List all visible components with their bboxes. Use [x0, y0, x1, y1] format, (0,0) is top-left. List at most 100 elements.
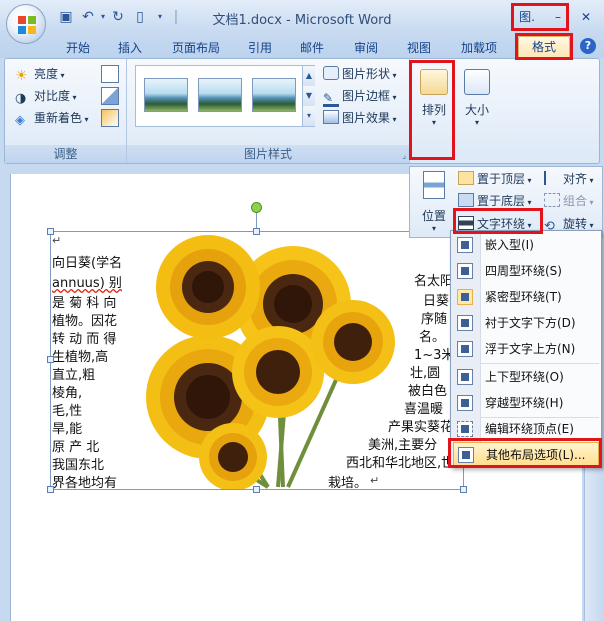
- brightness-button[interactable]: ☀ 亮度 ▾: [15, 64, 65, 84]
- position-dropdown-icon: ▾: [431, 224, 436, 233]
- text-line: 日葵: [423, 294, 450, 309]
- rotation-handle[interactable]: [251, 202, 262, 213]
- picture-shape-button[interactable]: 图片形状 ▾: [323, 64, 397, 84]
- gallery-scroll-up[interactable]: ▲: [302, 66, 315, 86]
- edit-wrap-points-icon: [457, 421, 473, 437]
- text-line: 向日葵(学名: [52, 256, 123, 271]
- position-button[interactable]: 位置 ▾: [416, 171, 452, 235]
- adjust-group: ☀ 亮度 ▾ ◑ 对比度 ▾ ◈ 重新着色 ▾ 调整: [5, 59, 127, 163]
- tab-review[interactable]: 审阅: [346, 38, 386, 58]
- tab-format[interactable]: 格式: [518, 36, 570, 58]
- bring-to-front-icon: [458, 171, 474, 185]
- arrange-icon: [420, 69, 448, 95]
- menu-item-edit-wrap-points[interactable]: 编辑环绕顶点(E): [453, 417, 599, 441]
- gallery-scroll-down[interactable]: ▼: [302, 86, 315, 106]
- text-line: 名。: [419, 330, 446, 345]
- menu-item-behind-text[interactable]: 衬于文字下方(D): [453, 311, 599, 335]
- minimize-button[interactable]: –: [546, 6, 570, 28]
- resize-handle[interactable]: [253, 228, 260, 235]
- tab-mailings[interactable]: 邮件: [292, 38, 332, 58]
- through-wrap-icon: [457, 395, 473, 411]
- group-icon: [544, 193, 560, 207]
- top-bottom-wrap-icon: [457, 369, 473, 385]
- text-line: 1~3米: [414, 348, 455, 363]
- tab-view[interactable]: 视图: [399, 38, 439, 58]
- text-line: 序随: [421, 312, 448, 327]
- gallery-more[interactable]: ▾: [302, 106, 315, 126]
- text-line: 生植物,高: [52, 350, 109, 365]
- menu-item-square[interactable]: 四周型环绕(S): [453, 259, 599, 283]
- position-icon: [423, 171, 445, 199]
- send-to-back-button[interactable]: 置于底层 ▾: [458, 191, 532, 211]
- align-icon: [544, 171, 560, 185]
- text-line: 喜温暖: [404, 402, 444, 417]
- picture-border-icon: ✎: [323, 92, 339, 107]
- menu-item-tight[interactable]: 紧密型环绕(T): [453, 285, 599, 309]
- resize-handle[interactable]: [460, 486, 467, 493]
- contrast-button[interactable]: ◑ 对比度 ▾: [15, 86, 77, 106]
- size-dropdown-icon: ▾: [474, 118, 479, 127]
- sunflower-picture[interactable]: [118, 232, 408, 490]
- picture-shape-icon: [323, 66, 339, 80]
- menu-item-more-layout-options[interactable]: 其他布局选项(L)...: [453, 442, 599, 466]
- text-line: 棱角,: [52, 386, 83, 401]
- sunflower-head: [156, 235, 260, 339]
- resize-handle[interactable]: [253, 486, 260, 493]
- brightness-icon: ☀: [15, 68, 28, 84]
- style-thumbnail-1[interactable]: [144, 78, 188, 112]
- tab-home[interactable]: 开始: [58, 38, 98, 58]
- text-wrap-icon: [458, 216, 474, 230]
- picture-effects-icon: [323, 110, 339, 124]
- text-line: 旱,能: [52, 422, 83, 437]
- picture-style-gallery[interactable]: ▲ ▼ ▾: [135, 65, 315, 127]
- text-line: annuus) 别: [52, 276, 122, 291]
- menu-item-inline[interactable]: 嵌入型(I): [453, 233, 599, 257]
- resize-handle[interactable]: [47, 356, 54, 363]
- change-picture-icon[interactable]: [101, 87, 119, 105]
- menu-item-through[interactable]: 穿越型环绕(H): [453, 391, 599, 415]
- bring-to-front-button[interactable]: 置于顶层 ▾: [458, 169, 532, 189]
- ribbon: ☀ 亮度 ▾ ◑ 对比度 ▾ ◈ 重新着色 ▾ 调整 ▲ ▼ ▾ 图片形状 ▾ ✎ 图片…: [4, 58, 600, 164]
- tab-references[interactable]: 引用: [240, 38, 280, 58]
- close-button[interactable]: ✕: [574, 6, 598, 28]
- tab-addins[interactable]: 加载项: [454, 38, 504, 58]
- text-line: 是 菊 科 向: [52, 296, 117, 311]
- arrange-panel: 位置 ▾ 置于顶层 ▾ 置于底层 ▾ 文字环绕 ▾ 对齐 ▾ 组合 ▾ ⟲ 旋转 …: [409, 166, 603, 238]
- picture-styles-group-label: 图片样式: [127, 145, 409, 163]
- picture-border-button[interactable]: ✎ 图片边框 ▾: [323, 86, 397, 107]
- group-button[interactable]: 组合 ▾: [544, 191, 594, 211]
- layout-options-icon: [458, 447, 474, 463]
- tab-page-layout[interactable]: 页面布局: [165, 38, 227, 58]
- in-front-text-icon: [457, 341, 473, 357]
- text-line: 界各地均有: [52, 476, 118, 491]
- menu-item-top-bottom[interactable]: 上下型环绕(O): [453, 365, 599, 389]
- office-button[interactable]: [6, 4, 46, 44]
- paragraph-mark-top: ↵: [52, 234, 62, 247]
- style-thumbnail-2[interactable]: [198, 78, 242, 112]
- resize-handle[interactable]: [47, 486, 54, 493]
- compress-pictures-icon[interactable]: [101, 65, 119, 83]
- square-wrap-icon: [457, 263, 473, 279]
- picture-effects-button[interactable]: 图片效果 ▾: [323, 108, 397, 128]
- text-line: 壮,圆: [410, 366, 441, 381]
- recolor-icon: ◈: [15, 113, 25, 128]
- menu-item-in-front-of-text[interactable]: 浮于文字上方(N): [453, 337, 599, 361]
- tight-wrap-icon: [457, 289, 473, 305]
- context-tab-label[interactable]: 图.: [512, 6, 542, 28]
- style-thumbnail-3[interactable]: [252, 78, 296, 112]
- size-button[interactable]: 大小 ▾: [457, 65, 497, 159]
- sunflower-head: [232, 326, 324, 418]
- sunflower-head: [311, 300, 395, 384]
- text-line: 被白色: [408, 384, 448, 399]
- resize-handle[interactable]: [47, 228, 54, 235]
- adjust-group-label: 调整: [5, 145, 126, 163]
- contrast-icon: ◑: [15, 91, 27, 106]
- tab-insert[interactable]: 插入: [110, 38, 150, 58]
- dialog-launcher-icon[interactable]: ⌟: [402, 151, 406, 160]
- help-icon[interactable]: ?: [580, 38, 596, 54]
- menu-separator: [481, 363, 599, 364]
- recolor-button[interactable]: ◈ 重新着色 ▾: [15, 108, 89, 128]
- align-button[interactable]: 对齐 ▾: [544, 169, 594, 189]
- reset-picture-icon[interactable]: [101, 109, 119, 127]
- arrange-button[interactable]: 排列 ▾: [414, 65, 454, 159]
